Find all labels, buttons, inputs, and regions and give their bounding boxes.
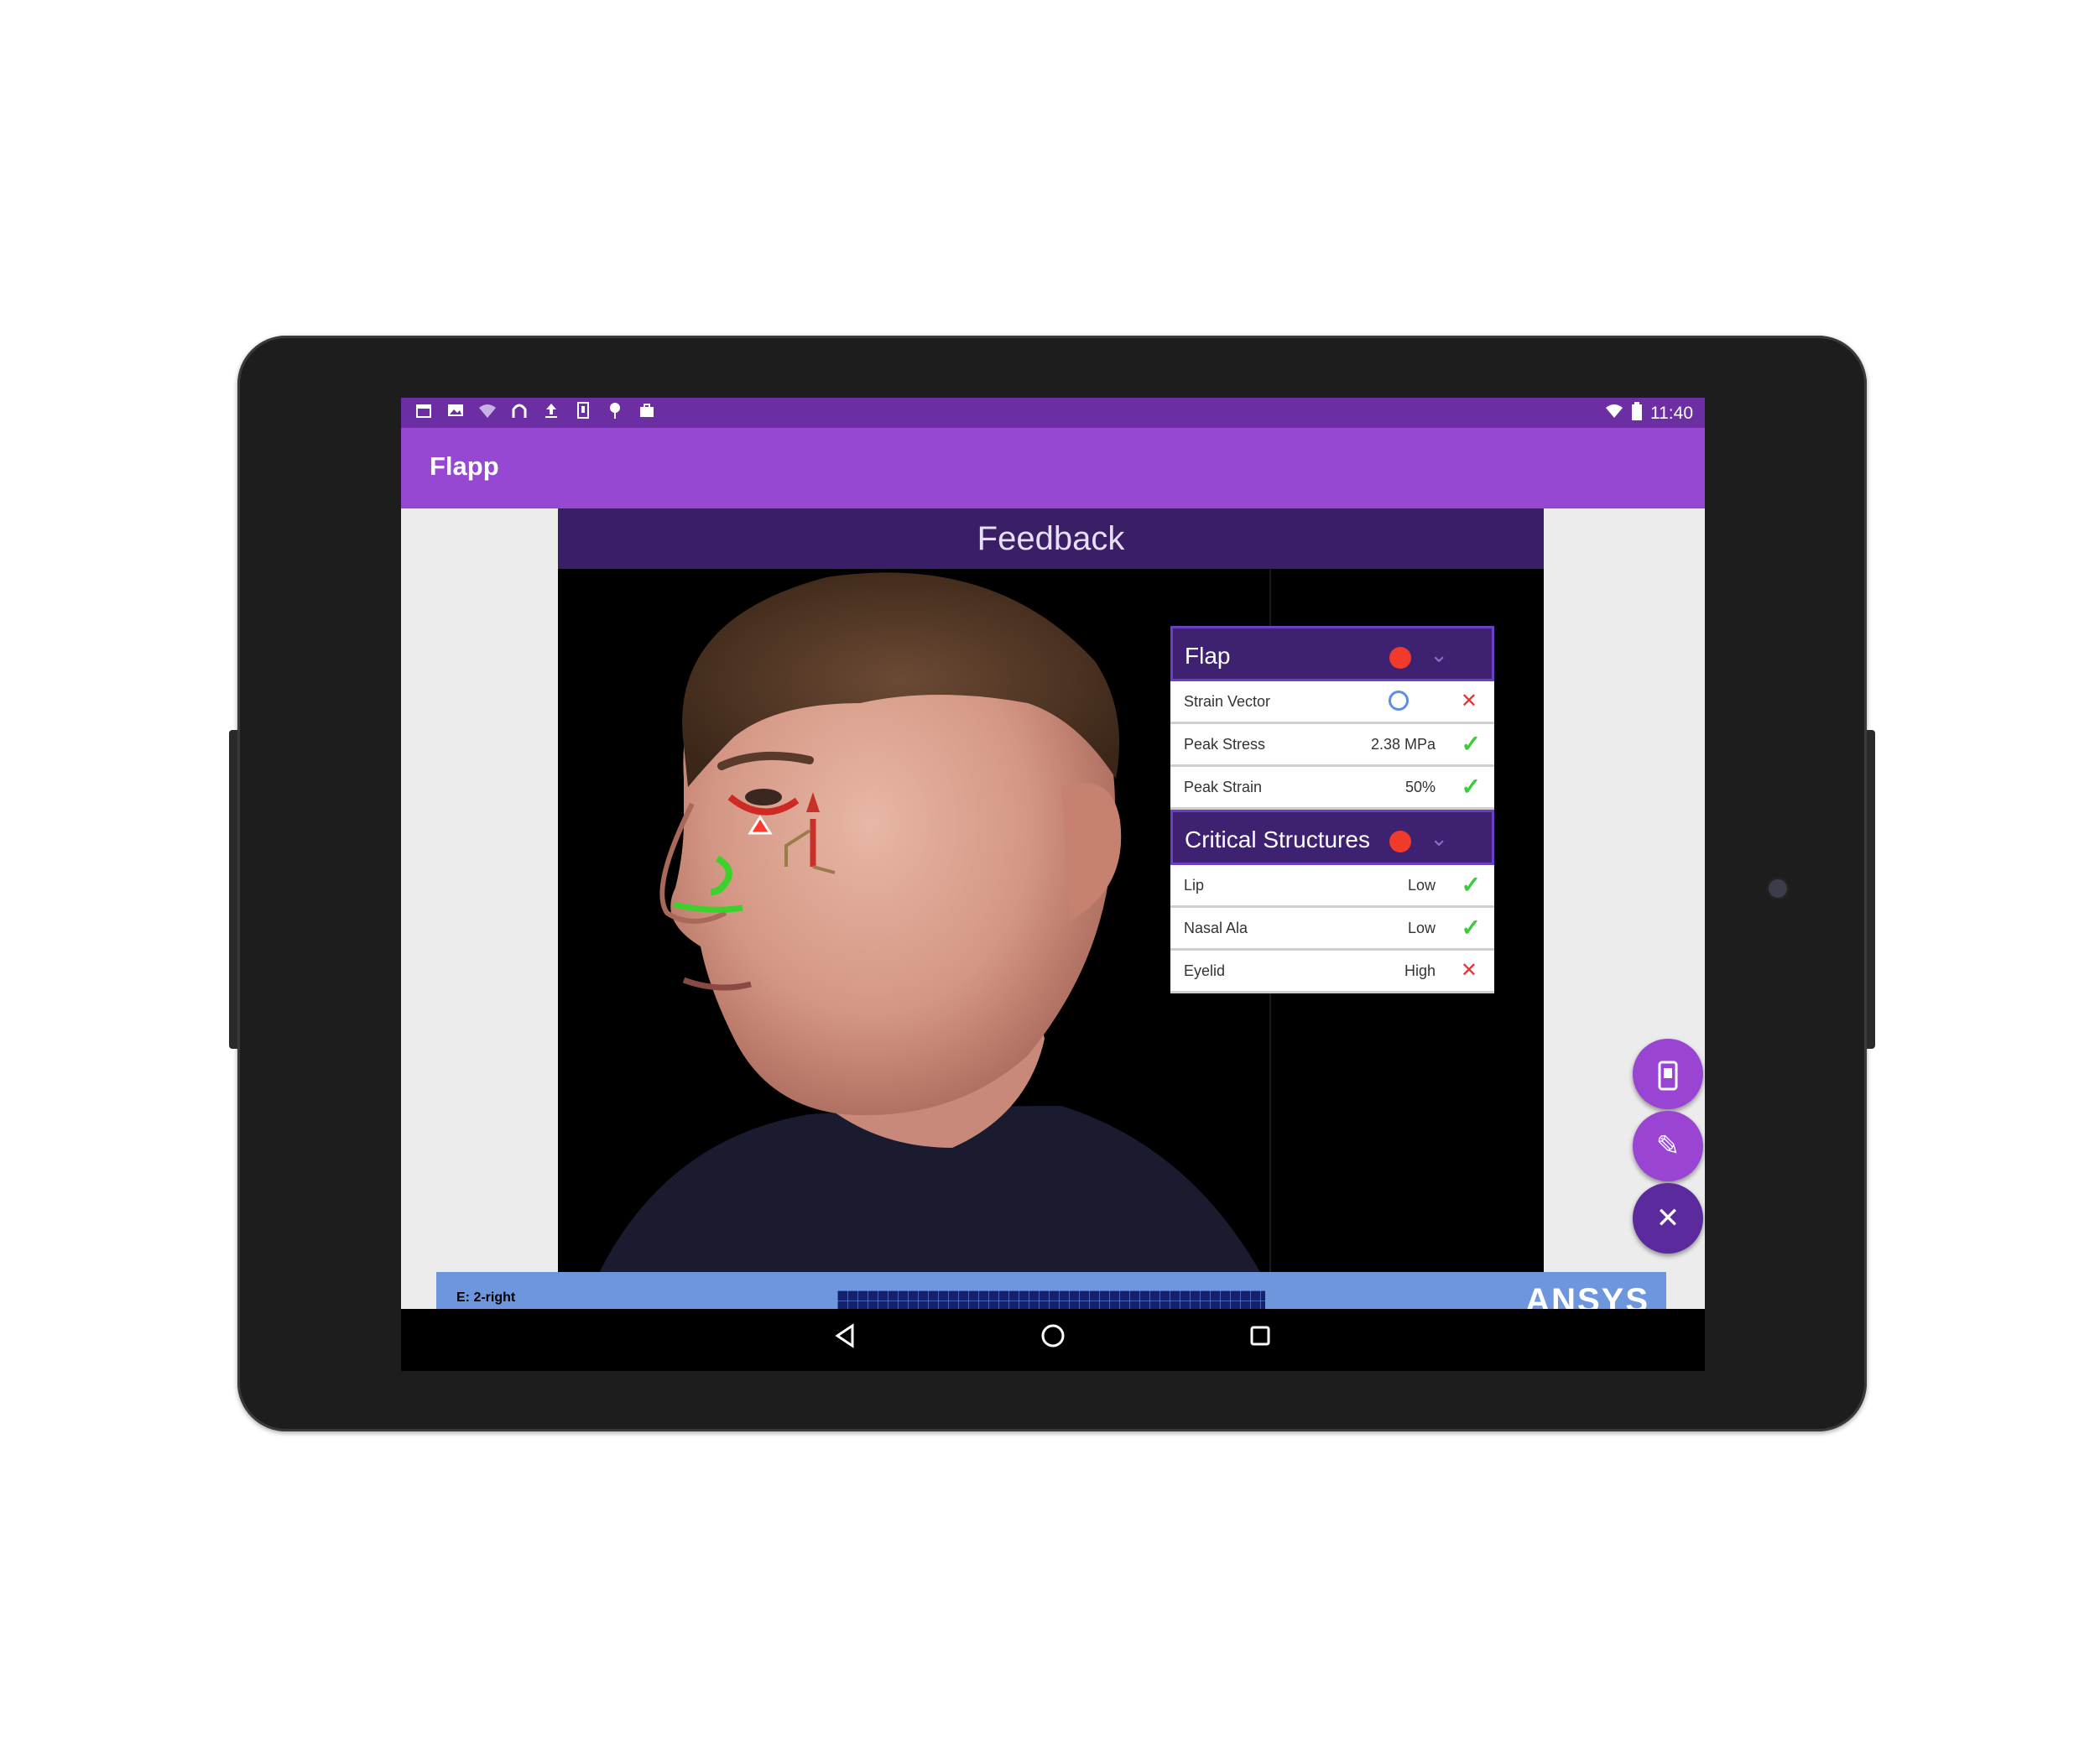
- front-camera: [1766, 877, 1790, 900]
- risk-value: Low: [1407, 920, 1436, 936]
- metric-value: 2.38 MPa: [1370, 736, 1436, 753]
- photo-icon: [445, 401, 466, 423]
- home-button[interactable]: [1036, 1322, 1070, 1356]
- content-area: Feedback Flap ⌄ Strain Vector ✕ Peak Str…: [401, 508, 1705, 1309]
- device-screen: 11:40 Flapp Feedback Flap ⌄ Strain Vecto…: [401, 398, 1705, 1371]
- clock: 11:40: [1650, 404, 1693, 423]
- close-icon: ✕: [1655, 1202, 1681, 1234]
- location-icon: [604, 401, 626, 423]
- edit-icon: ✎: [1655, 1130, 1681, 1162]
- risk-value: Low: [1407, 877, 1436, 894]
- app-bar: Flapp: [401, 428, 1705, 508]
- battery-icon: [1632, 402, 1642, 425]
- status-dot-icon: [1389, 647, 1411, 669]
- back-button[interactable]: [829, 1322, 862, 1356]
- calendar-icon: [413, 401, 435, 423]
- metric-value: 50%: [1404, 779, 1436, 795]
- structure-row: Eyelid High ✕: [1170, 951, 1494, 993]
- recents-button[interactable]: [1243, 1322, 1277, 1356]
- chevron-down-icon[interactable]: ⌄: [1430, 827, 1448, 849]
- feedback-slide: Feedback Flap ⌄ Strain Vector ✕ Peak Str…: [558, 508, 1544, 1289]
- flap-section-header[interactable]: Flap ⌄: [1170, 626, 1494, 681]
- navigation-bar: [401, 1309, 1705, 1371]
- metric-row: Strain Vector ✕: [1170, 681, 1494, 724]
- sim-icon: [572, 401, 594, 423]
- briefcase-icon: [636, 401, 658, 423]
- next-slide-preview: E: 2-right ANSYS: [436, 1272, 1666, 1309]
- pass-check-icon: ✓: [1461, 774, 1481, 800]
- ansys-logo: ANSYS: [1525, 1282, 1649, 1309]
- edit-fab-button[interactable]: ✎: [1633, 1111, 1703, 1181]
- chevron-down-icon[interactable]: ⌄: [1430, 644, 1448, 665]
- metric-row: Peak Strain 50% ✓: [1170, 767, 1494, 810]
- critical-structures-title: Critical Structures: [1185, 826, 1370, 852]
- slide-title: Feedback: [558, 508, 1544, 569]
- metric-label: Strain Vector: [1184, 693, 1271, 710]
- face-photo: [558, 569, 1269, 1289]
- crosshair-icon: [1389, 691, 1409, 711]
- fail-cross-icon: ✕: [1460, 959, 1477, 982]
- structure-label: Eyelid: [1184, 962, 1226, 979]
- notification-icons: [413, 401, 658, 423]
- structure-row: Nasal Ala Low ✓: [1170, 908, 1494, 951]
- wifi-icon: [1605, 403, 1623, 425]
- fail-cross-icon: ✕: [1460, 690, 1477, 712]
- risk-value: High: [1404, 962, 1436, 979]
- pass-check-icon: ✓: [1461, 872, 1481, 898]
- metric-row: Peak Stress 2.38 MPa ✓: [1170, 724, 1494, 767]
- pass-check-icon: ✓: [1461, 731, 1481, 757]
- upload-icon: [540, 401, 562, 423]
- system-status: 11:40: [1605, 402, 1693, 425]
- device-fab-button[interactable]: [1633, 1039, 1703, 1109]
- volume-button: [229, 730, 237, 1049]
- pass-check-icon: ✓: [1461, 915, 1481, 941]
- close-fab-button[interactable]: ✕: [1633, 1183, 1703, 1254]
- app-title: Flapp: [430, 451, 499, 481]
- flap-section-title: Flap: [1185, 643, 1231, 669]
- metric-label: Peak Stress: [1184, 736, 1266, 753]
- feedback-panel: Flap ⌄ Strain Vector ✕ Peak Stress 2.38 …: [1170, 626, 1494, 993]
- preview-label: E: 2-right: [456, 1290, 516, 1305]
- structure-label: Lip: [1184, 877, 1205, 894]
- metric-label: Peak Strain: [1184, 779, 1263, 795]
- status-dot-icon: [1389, 831, 1411, 852]
- status-bar: 11:40: [401, 398, 1705, 428]
- structure-row: Lip Low ✓: [1170, 865, 1494, 908]
- wifi-off-icon: [477, 401, 498, 423]
- power-button: [1867, 730, 1875, 1049]
- headset-icon: [508, 401, 530, 423]
- critical-structures-header[interactable]: Critical Structures ⌄: [1170, 810, 1494, 865]
- mesh-preview: [837, 1290, 1265, 1309]
- structure-label: Nasal Ala: [1184, 920, 1248, 936]
